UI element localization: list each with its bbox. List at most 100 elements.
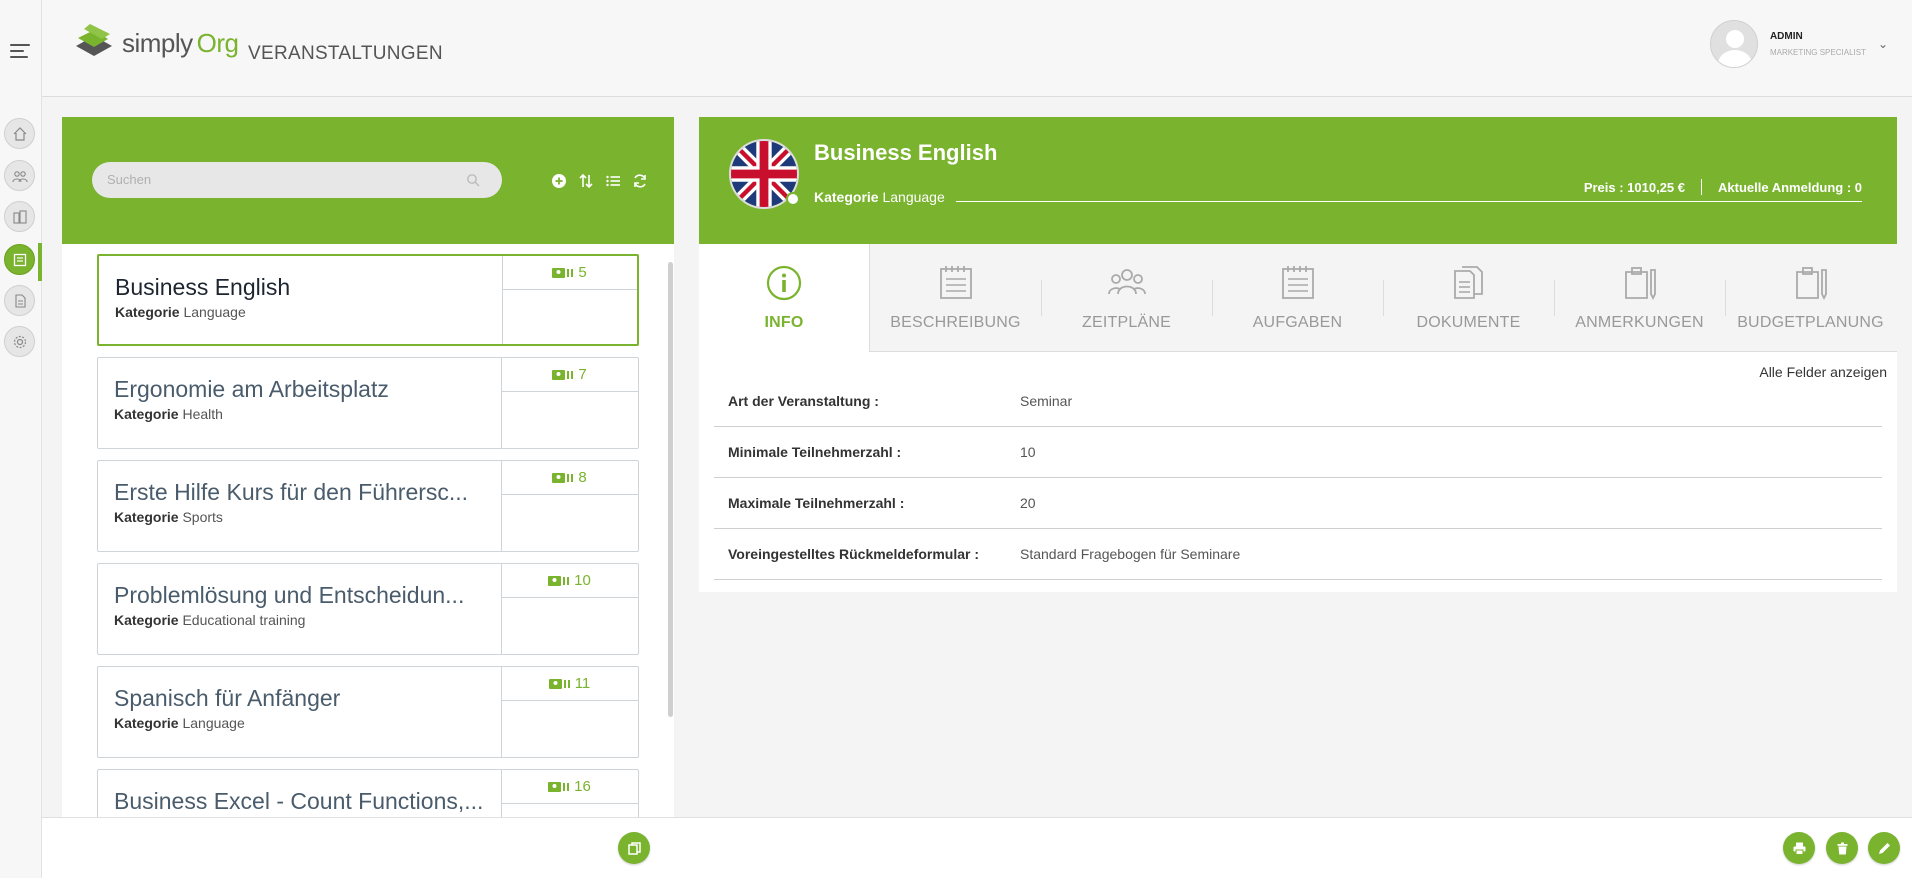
tab-content: Alle Felder anzeigen Art der Veranstaltu… — [699, 352, 1897, 817]
tab-anmerkungen[interactable]: ANMERKUNGEN — [1554, 244, 1725, 352]
buildings-icon[interactable] — [4, 201, 35, 232]
notepad-icon — [1281, 266, 1314, 299]
list-item-category: Kategorie Sports — [114, 509, 223, 525]
events-icon[interactable] — [4, 244, 35, 275]
participants-badge: 10 — [501, 572, 638, 589]
list-view-icon[interactable] — [604, 172, 621, 189]
event-price: Preis : 1010,25 € — [1583, 179, 1686, 195]
list-item-category: Kategorie Language — [115, 304, 246, 320]
list-item-title: Ergonomie am Arbeitsplatz — [114, 376, 389, 402]
field-row: Voreingestelltes Rückmeldeformular : Sta… — [714, 529, 1882, 580]
user-name: ADMIN — [1769, 31, 1803, 42]
field-value: Seminar — [1020, 393, 1073, 409]
participants-badge: 16 — [501, 778, 638, 795]
list-item-title: Business Excel - Count Functions,... — [114, 788, 484, 814]
refresh-icon[interactable] — [631, 172, 648, 189]
field-row: Art der Veranstaltung : Seminar — [714, 376, 1882, 427]
tab-budgetplanung[interactable]: BUDGETPLANUNG — [1725, 244, 1896, 352]
event-meta: Preis : 1010,25 € Aktuelle Anmeldung : 0 — [1584, 179, 1862, 195]
participants-icon — [552, 472, 574, 483]
header-divider — [956, 201, 1862, 202]
status-dot — [786, 192, 800, 206]
clipboard-pen-icon — [1624, 267, 1656, 301]
chevron-down-icon[interactable]: ⌄ — [1878, 37, 1888, 51]
pencil-icon — [1878, 842, 1890, 854]
participants-badge: 8 — [501, 469, 638, 486]
document-icon[interactable] — [4, 285, 35, 316]
tab-info[interactable]: INFO — [699, 244, 870, 353]
home-icon[interactable] — [4, 118, 35, 149]
printer-icon — [1793, 842, 1805, 855]
bottom-action-bar — [42, 817, 1912, 878]
settings-icon[interactable] — [4, 326, 35, 357]
tab-aufgaben[interactable]: AUFGABEN — [1212, 244, 1383, 352]
field-label: Maximale Teilnehmerzahl : — [728, 495, 905, 511]
event-list-panel: Suchen Business English Kategorie Langua… — [62, 117, 674, 817]
participants-icon — [548, 575, 570, 586]
event-detail-panel: Business English Kategorie Language Prei… — [699, 117, 1897, 817]
participants-badge: 11 — [501, 675, 638, 692]
logo-icon — [76, 24, 112, 56]
participants-badge: 5 — [502, 264, 637, 281]
user-role: MARKETING SPECIALIST — [1769, 48, 1866, 57]
logo-text-simply: simply — [122, 27, 193, 58]
tab-beschreibung[interactable]: BESCHREIBUNG — [870, 244, 1041, 352]
field-label: Voreingestelltes Rückmeldeformular : — [728, 546, 980, 562]
app-logo[interactable]: simply Org — [72, 20, 239, 66]
search-input[interactable]: Suchen — [92, 162, 502, 198]
list-item[interactable]: Erste Hilfe Kurs für den Führersc... Kat… — [97, 460, 639, 552]
list-item-title: Business English — [115, 274, 291, 300]
list-toolbar: Suchen — [62, 117, 674, 244]
delete-button[interactable] — [1826, 832, 1858, 864]
participants-badge: 7 — [501, 366, 638, 383]
people-icon[interactable] — [4, 160, 35, 191]
sort-icon[interactable] — [577, 172, 594, 189]
participants-icon — [548, 781, 570, 792]
logo-text-org: Org — [196, 27, 239, 58]
event-header: Business English Kategorie Language Prei… — [699, 117, 1897, 244]
event-category: Kategorie Language — [814, 189, 945, 205]
tab-zeitplaene[interactable]: ZEITPLÄNE — [1041, 244, 1212, 352]
list-item[interactable]: Business English Kategorie Language 5 — [97, 254, 639, 346]
top-header: simply Org VERANSTALTUNGEN ADMIN MARKETIN… — [42, 0, 1912, 97]
participants-icon — [552, 267, 574, 278]
clipboard-pen-icon — [1795, 267, 1827, 301]
add-icon[interactable] — [550, 172, 567, 189]
search-icon — [467, 174, 480, 187]
tab-dokumente[interactable]: DOKUMENTE — [1383, 244, 1554, 352]
field-value: Standard Fragebogen für Seminare — [1020, 546, 1241, 562]
list-item-category: Kategorie Health — [114, 406, 223, 422]
event-registration: Aktuelle Anmeldung : 0 — [1718, 179, 1862, 195]
list-item-title: Spanisch für Anfänger — [114, 685, 341, 711]
list-item[interactable]: Business Excel - Count Functions,... 16 — [97, 769, 639, 817]
list-item[interactable]: Spanisch für Anfänger Kategorie Language… — [97, 666, 639, 758]
hamburger-menu-icon[interactable] — [10, 44, 30, 60]
field-label: Art der Veranstaltung : — [728, 393, 879, 409]
field-value: 20 — [1020, 495, 1036, 511]
field-row: Maximale Teilnehmerzahl : 20 — [714, 478, 1882, 529]
list-item[interactable]: Ergonomie am Arbeitsplatz Kategorie Heal… — [97, 357, 639, 449]
search-placeholder: Suchen — [107, 172, 152, 187]
edit-button[interactable] — [1868, 832, 1900, 864]
user-menu[interactable]: ADMIN MARKETING SPECIALIST ⌄ — [1709, 20, 1888, 68]
list-item-category: Kategorie Educational training — [114, 612, 306, 628]
rail-active-indicator — [38, 243, 42, 281]
group-icon — [1107, 269, 1146, 295]
info-icon — [766, 265, 802, 301]
list-item-category: Kategorie Language — [114, 715, 245, 731]
avatar[interactable] — [1709, 20, 1758, 68]
info-fields: Alle Felder anzeigen Art der Veranstaltu… — [699, 352, 1897, 592]
event-title: Business English — [814, 140, 998, 165]
field-row: Minimale Teilnehmerzahl : 10 — [714, 427, 1882, 478]
print-button[interactable] — [1783, 832, 1815, 864]
event-list: Business English Kategorie Language 5 Er… — [97, 254, 639, 817]
list-item-title: Problemlösung und Entscheidun... — [114, 582, 465, 608]
left-rail — [0, 0, 42, 878]
field-value: 10 — [1020, 444, 1036, 460]
copy-icon — [627, 841, 641, 855]
list-scrollbar[interactable] — [668, 262, 673, 717]
participants-icon — [552, 369, 574, 380]
participants-icon — [548, 678, 570, 689]
duplicate-button[interactable] — [618, 832, 650, 864]
list-item[interactable]: Problemlösung und Entscheidun... Kategor… — [97, 563, 639, 655]
